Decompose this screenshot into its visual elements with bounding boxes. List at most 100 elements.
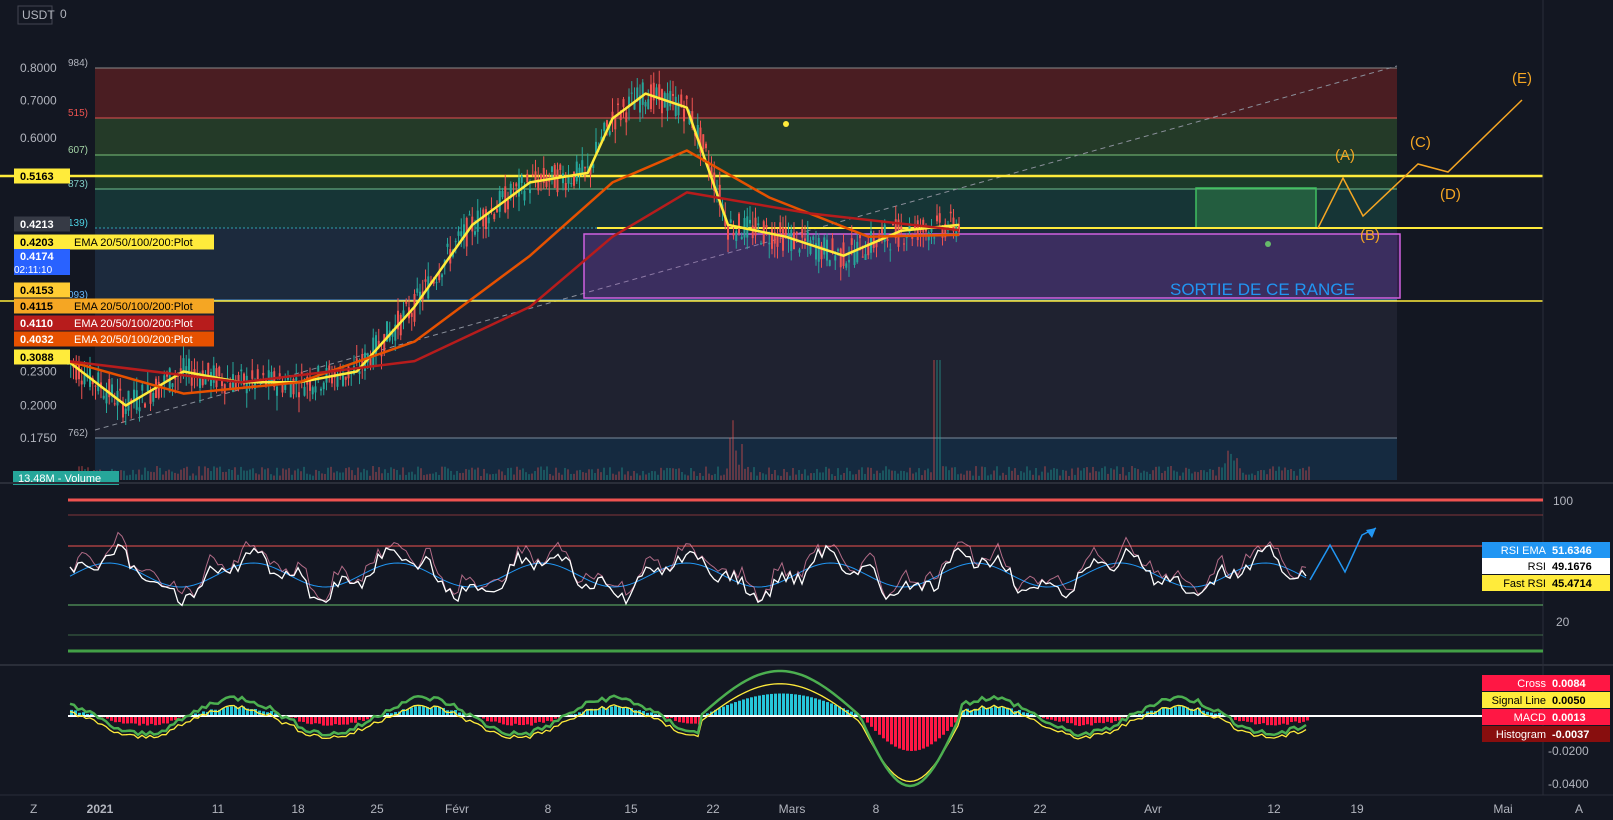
histogram-bar xyxy=(690,716,693,724)
volume-bar xyxy=(483,468,485,480)
volume-bar xyxy=(729,437,731,480)
volume-bar xyxy=(690,467,692,480)
histogram-bar xyxy=(798,694,801,716)
histogram-bar xyxy=(918,716,921,750)
candle-body xyxy=(564,182,567,191)
candle-body xyxy=(856,241,859,263)
timezone-icon[interactable]: Z xyxy=(30,802,37,816)
volume-bar xyxy=(492,474,494,480)
volume-bar xyxy=(1134,468,1136,480)
histogram-bar xyxy=(342,716,345,725)
volume-bar xyxy=(576,470,578,480)
volume-bar xyxy=(327,467,329,480)
rsi-pane[interactable]: 100 20 RSI EMA 51.6346 RSI 49.1676 Fast RSI 4… xyxy=(68,494,1610,653)
rsi-tag-name: Fast RSI xyxy=(1503,578,1546,590)
volume-bar xyxy=(573,473,575,480)
volume-bar xyxy=(1182,472,1184,480)
histogram-bar xyxy=(502,716,505,725)
histogram-bar xyxy=(902,716,905,750)
candle-body xyxy=(834,255,837,261)
volume-bar xyxy=(657,474,659,480)
histogram-bar xyxy=(686,716,689,724)
volume-bar xyxy=(816,468,818,480)
volume-bar xyxy=(150,471,152,480)
volume-bar xyxy=(972,475,974,480)
candle-body xyxy=(322,382,325,390)
candle-body xyxy=(702,134,705,150)
volume-bar xyxy=(1047,472,1049,480)
volume-bar xyxy=(273,475,275,480)
macd-tag-name: MACD xyxy=(1514,712,1546,724)
volume-bar xyxy=(555,467,557,480)
candle-body xyxy=(493,213,496,220)
volume-bar xyxy=(1305,470,1307,480)
volume-bar xyxy=(636,473,638,480)
histogram-bar xyxy=(758,695,761,716)
candle-body xyxy=(320,388,322,391)
candle-body xyxy=(289,382,292,398)
rsi-tag-name: RSI EMA xyxy=(1501,545,1547,557)
histogram-bar xyxy=(162,716,165,724)
time-axis[interactable]: 2021 11 18 25 Févr 8 15 22 Mars 8 15 22 Avr 12 19 Mai Z… xyxy=(0,794,1613,816)
histogram-bar xyxy=(1066,716,1069,723)
auto-scale-icon[interactable]: A xyxy=(1575,802,1583,816)
candle-body xyxy=(732,232,735,236)
candle-body xyxy=(782,227,784,251)
candle-body xyxy=(507,200,509,210)
macd-pane[interactable]: -0.0200 -0.0400 Cross 0.0084 Signal Line 0.… xyxy=(68,669,1610,791)
wave-label: (D) xyxy=(1440,186,1461,203)
candle-body xyxy=(655,87,658,97)
volume-bar xyxy=(465,469,467,480)
volume-bar xyxy=(987,475,989,480)
volume-bar xyxy=(447,468,449,480)
volume-bar xyxy=(183,468,185,480)
volume-bar xyxy=(684,474,686,480)
volume-bar xyxy=(564,467,566,480)
volume-bar xyxy=(615,474,617,480)
volume-bar xyxy=(1239,468,1241,480)
candle-body xyxy=(152,392,155,402)
price-tag-value: 0.4110 xyxy=(20,318,53,330)
volume-bar xyxy=(462,472,464,480)
candle-body xyxy=(881,229,883,234)
volume-bar xyxy=(1020,471,1022,480)
rsi-tag-value: 49.1676 xyxy=(1552,561,1592,573)
volume-bar xyxy=(450,470,452,480)
volume-bar xyxy=(543,469,545,480)
histogram-bar xyxy=(830,703,833,716)
volume-bar xyxy=(1290,469,1292,480)
volume-bar xyxy=(558,472,560,480)
volume-bar xyxy=(381,473,383,480)
candle-body xyxy=(828,260,831,266)
histogram-bar xyxy=(1086,716,1089,725)
volume-bar xyxy=(1155,466,1157,480)
histogram-bar xyxy=(1074,716,1077,726)
volume-bar xyxy=(1185,467,1187,480)
price-tick: 0.2000 xyxy=(20,398,57,412)
histogram-bar xyxy=(814,698,817,716)
volume-bar xyxy=(537,467,539,480)
volume-bar xyxy=(780,475,782,480)
candle-body xyxy=(760,243,762,245)
rsi-projection[interactable] xyxy=(1309,527,1377,581)
trading-chart[interactable]: 984)515)607)873)139)093)762) SORTIE DE C… xyxy=(0,0,1613,820)
volume-bar xyxy=(141,474,143,480)
volume-bar xyxy=(708,473,710,480)
candle-body xyxy=(496,208,498,213)
volume-bar xyxy=(180,469,182,480)
volume-bar xyxy=(522,468,524,480)
macd-tag-value: 0.0013 xyxy=(1552,712,1586,724)
histogram-bar xyxy=(782,693,785,716)
volume-bar xyxy=(498,469,500,480)
fib-label: 762) xyxy=(68,428,88,439)
volume-bar xyxy=(609,467,611,480)
volume-bar xyxy=(945,466,947,480)
main-pane[interactable]: 984)515)607)873)139)093)762) SORTIE DE C… xyxy=(0,58,1543,485)
volume-bar xyxy=(1176,471,1178,480)
volume-bar xyxy=(693,471,695,480)
candle-body xyxy=(864,254,867,260)
volume-bar xyxy=(264,469,266,480)
volume-bar xyxy=(570,473,572,480)
breakout-box[interactable] xyxy=(1195,187,1317,229)
histogram-bar xyxy=(618,706,621,716)
